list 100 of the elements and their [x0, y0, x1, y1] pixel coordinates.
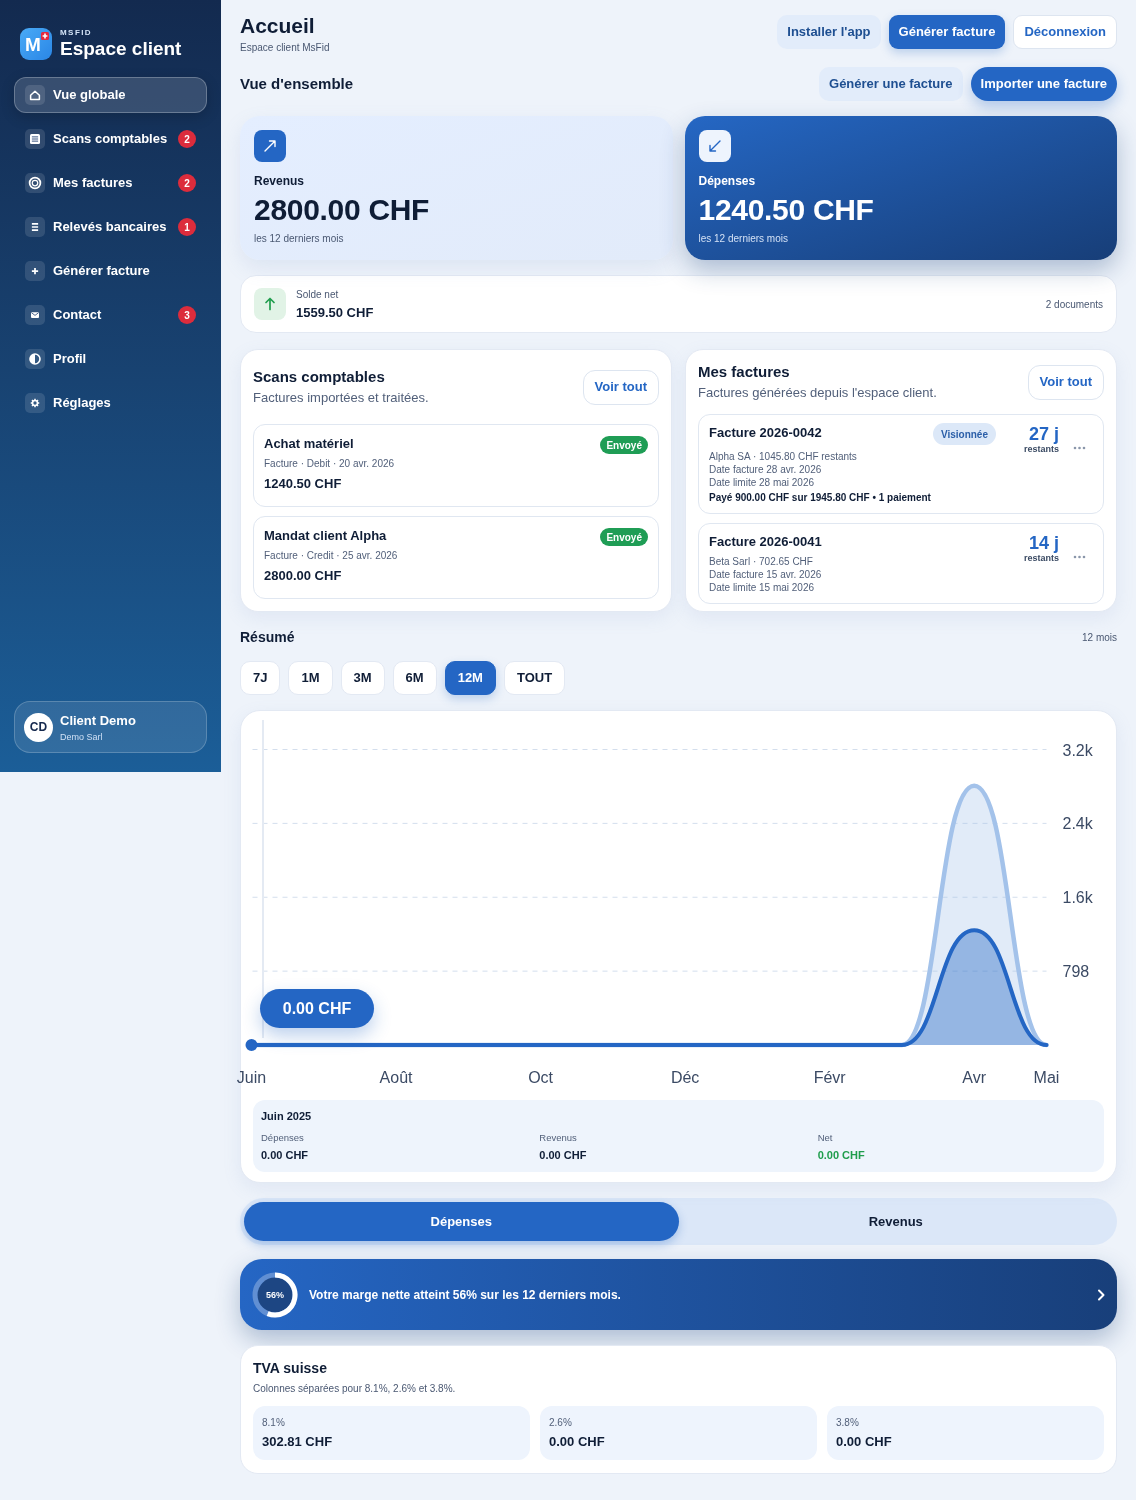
sidebar-item[interactable]: Contact 3: [14, 297, 207, 333]
document-count: 2 documents: [1045, 297, 1103, 312]
item-title: Mandat client Alpha: [264, 527, 387, 544]
range-tab[interactable]: 1M: [288, 661, 333, 695]
invoice-item[interactable]: Facture 2026-0041 Beta Sarl · 702.65 CHF Date facture 15 avr. 2026 Date limite 15 mai 2026 14 j restants: [698, 523, 1104, 604]
ring-icon: [25, 173, 45, 193]
days-label: restants: [1024, 553, 1059, 564]
stat-period: les 12 derniers mois: [698, 232, 788, 245]
user-name: Client Demo: [60, 711, 136, 729]
sidebar-item[interactable]: Scans comptables 2: [14, 121, 207, 157]
action-button[interactable]: Importer une facture: [970, 67, 1117, 101]
sidebar-item[interactable]: Mes factures 2: [14, 165, 207, 201]
count-badge: 2: [178, 174, 196, 192]
net-amount: 1559.50 CHF: [296, 303, 374, 321]
range-tab[interactable]: TOUT: [503, 661, 566, 695]
x-axis-label: Déc: [670, 1069, 700, 1086]
segment-tab[interactable]: Revenus: [678, 1202, 1113, 1241]
y-axis-label: 2.4k: [1062, 815, 1093, 833]
chevron-right-icon: [1097, 1288, 1105, 1301]
more-icon[interactable]: [1073, 446, 1086, 450]
item-title: Achat matériel: [264, 435, 354, 452]
document-icon: [25, 129, 45, 149]
range-tab[interactable]: 6M: [392, 661, 437, 695]
arrow-up-right-icon: [254, 130, 286, 162]
stat-period: les 12 derniers mois: [254, 232, 344, 245]
range-tab[interactable]: 3M: [340, 661, 385, 695]
y-axis-label: 1.6k: [1062, 889, 1093, 907]
sidebar-item[interactable]: Relevés bancaires 1: [14, 209, 207, 245]
status-badge: Envoyé: [600, 436, 648, 454]
list-icon: [25, 217, 45, 237]
action-button[interactable]: Générer une facture: [819, 67, 963, 101]
sidebar-item[interactable]: Réglages: [14, 385, 207, 421]
days-label: restants: [1024, 444, 1059, 455]
view-all-button[interactable]: Voir tout: [1027, 364, 1104, 400]
stat-amount: 1240.50 CHF: [698, 192, 874, 228]
item-detail: Date facture 28 avr. 2026: [709, 463, 823, 476]
range-tab[interactable]: 12M: [444, 661, 496, 695]
sidebar-item[interactable]: Générer facture: [14, 253, 207, 289]
days-remaining: 14 j: [1028, 533, 1059, 553]
page-subtitle: Espace client MsFid: [240, 41, 330, 54]
detail-value: 0.00 CHF: [817, 1148, 866, 1162]
detail-value: 0.00 CHF: [539, 1148, 588, 1162]
detail-label: Net: [817, 1132, 834, 1144]
user-card[interactable]: CD Client Demo Demo Sarl: [14, 701, 207, 753]
item-amount: 2800.00 CHF: [264, 567, 343, 584]
stat-label: Dépenses: [698, 173, 756, 189]
segment-tab[interactable]: Dépenses: [244, 1202, 679, 1241]
net-label: Solde net: [296, 287, 340, 301]
value-tooltip: 0.00 CHF: [260, 989, 374, 1028]
arrow-up-icon: [254, 288, 286, 320]
count-badge: 3: [178, 306, 196, 324]
section-title: Vue d'ensemble: [240, 73, 354, 94]
section-title: Résumé: [240, 627, 295, 647]
action-button[interactable]: Générer facture: [888, 15, 1006, 49]
item-title: Facture 2026-0042: [709, 424, 822, 441]
panel-title: Scans comptables: [253, 367, 386, 387]
vat-amount: 0.00 CHF: [836, 1433, 893, 1450]
view-all-button[interactable]: Voir tout: [582, 369, 659, 405]
more-icon[interactable]: [1073, 555, 1086, 559]
x-axis-label: Mai: [1033, 1069, 1060, 1086]
item-detail: Beta Sarl · 702.65 CHF: [709, 555, 814, 568]
progress-ring: [252, 1271, 298, 1318]
vat-amount: 0.00 CHF: [549, 1433, 606, 1450]
user-company: Demo Sarl: [60, 730, 104, 743]
hover-marker: [245, 1039, 258, 1051]
avatar: CD: [24, 712, 53, 742]
item-detail: Date limite 28 mai 2026: [709, 476, 816, 489]
status-badge: Visionnée: [932, 423, 996, 445]
invoice-item[interactable]: Facture 2026-0042 Visionnée Alpha SA · 1045.80 CHF restants Date facture 28 avr. 2026 Date limite 28 mai 2026 Payé 900.00 CHF sur 1945.80 CHF • 1 paiement 27 j restants: [698, 414, 1104, 514]
item-detail: Date limite 15 mai 2026: [709, 581, 816, 594]
vat-rate: 8.1%: [262, 1416, 286, 1429]
detail-label: Dépenses: [261, 1132, 305, 1144]
item-amount: 1240.50 CHF: [264, 475, 343, 492]
range-tab[interactable]: 7J: [240, 661, 281, 695]
scan-item[interactable]: Mandat client Alpha Envoyé Facture · Credit · 25 avr. 2026 2800.00 CHF: [253, 516, 659, 599]
insight-banner[interactable]: 56% Votre marge nette atteint 56% sur les 12 derniers mois.: [240, 1259, 1117, 1330]
swiss-cross-icon: [41, 32, 49, 40]
days-remaining: 27 j: [1028, 424, 1059, 444]
x-axis-label: Août: [379, 1069, 413, 1086]
x-axis-label: Févr: [813, 1069, 846, 1086]
x-axis-label: Juin: [236, 1069, 267, 1086]
range-label: 12 mois: [1082, 630, 1117, 645]
y-axis-label: 798: [1062, 963, 1090, 981]
panel-subtitle: Colonnes séparées pour 8.1%, 2.6% et 3.8%.: [253, 1382, 457, 1395]
sidebar-item[interactable]: Vue globale: [14, 77, 207, 113]
vat-rate: 2.6%: [549, 1416, 573, 1429]
detail-title: Juin 2025: [261, 1109, 313, 1123]
vat-rate: 3.8%: [836, 1416, 860, 1429]
status-badge: Envoyé: [600, 528, 648, 546]
ring-label: 56%: [266, 1289, 284, 1300]
sidebar-item[interactable]: Profil: [14, 341, 207, 377]
scan-item[interactable]: Achat matériel Envoyé Facture · Debit · 20 avr. 2026 1240.50 CHF: [253, 424, 659, 507]
item-title: Facture 2026-0041: [709, 533, 822, 550]
settings-icon: [25, 393, 45, 413]
page-title: Accueil: [240, 15, 316, 37]
detail-value: 0.00 CHF: [261, 1148, 310, 1162]
action-button[interactable]: Installer l'app: [777, 15, 881, 49]
brand-title: Espace client: [60, 38, 182, 60]
stat-label: Revenus: [254, 173, 305, 189]
action-button[interactable]: Déconnexion: [1013, 15, 1117, 49]
